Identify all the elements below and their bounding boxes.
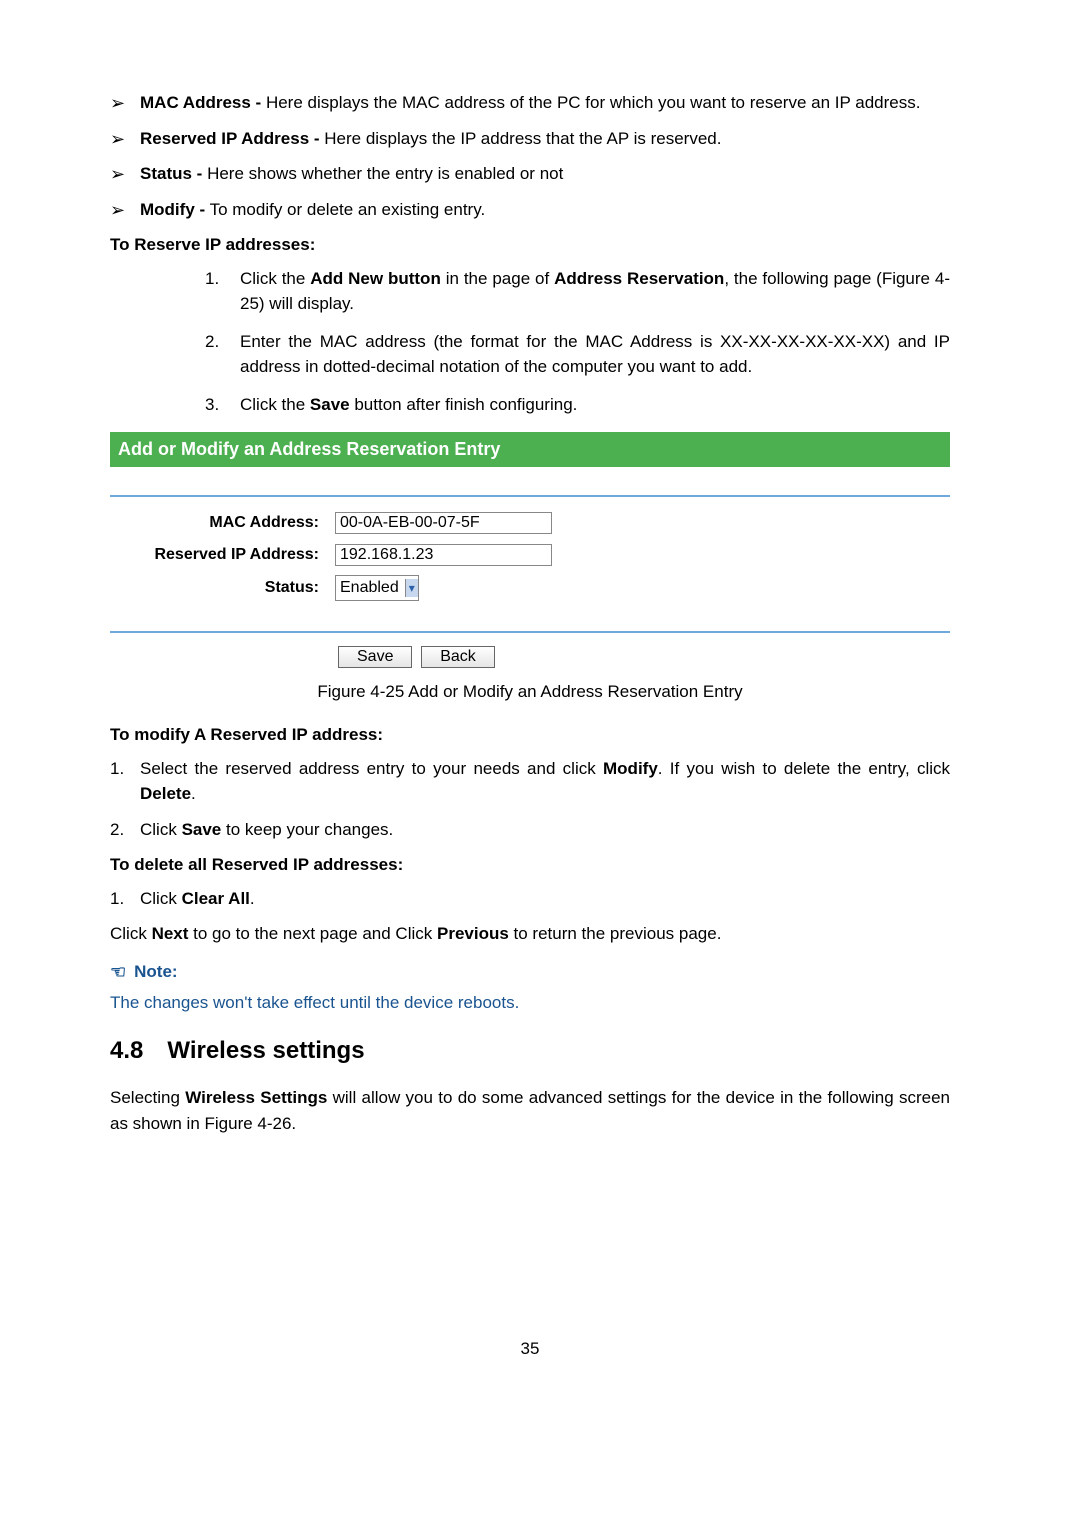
figure-caption: Figure 4-25 Add or Modify an Address Res…: [110, 679, 950, 705]
section-title: Wireless settings: [167, 1037, 364, 1064]
note-label: Note:: [134, 959, 177, 985]
save-button[interactable]: Save: [338, 646, 412, 668]
bullet-label: Reserved IP Address -: [140, 129, 320, 148]
delete-steps-list: Click Clear All.: [110, 886, 950, 912]
reserve-step-1: Click the Add New button in the page of …: [240, 266, 950, 317]
heading-modify-reserved: To modify A Reserved IP address:: [110, 722, 950, 748]
status-select[interactable]: Enabled ▾: [335, 575, 419, 601]
reserved-ip-input[interactable]: [335, 544, 552, 566]
chevron-down-icon: ▾: [405, 579, 418, 597]
section-number: 4.8: [110, 1033, 143, 1069]
bullet-label: Status -: [140, 164, 202, 183]
heading-delete-all: To delete all Reserved IP addresses:: [110, 852, 950, 878]
wireless-intro-para: Selecting Wireless Settings will allow y…: [110, 1085, 950, 1136]
form-area: MAC Address: Reserved IP Address: Status…: [110, 495, 950, 633]
bullet-text: Here displays the MAC address of the PC …: [261, 93, 920, 112]
status-select-value: Enabled: [336, 576, 405, 600]
section-heading-4-8: 4.8 Wireless settings: [110, 1033, 950, 1069]
bullet-reserved-ip: Reserved IP Address - Here displays the …: [140, 126, 950, 152]
bullet-label: MAC Address -: [140, 93, 261, 112]
form-row-ip: Reserved IP Address:: [110, 543, 950, 567]
bullet-mac-address: MAC Address - Here displays the MAC addr…: [140, 90, 950, 116]
definition-list: MAC Address - Here displays the MAC addr…: [110, 90, 950, 222]
modify-step-1: Select the reserved address entry to you…: [140, 756, 950, 807]
reserve-step-3: Click the Save button after finish confi…: [240, 392, 950, 418]
bullet-label: Modify -: [140, 200, 205, 219]
form-row-mac: MAC Address:: [110, 511, 950, 535]
status-label: Status:: [110, 576, 335, 600]
modify-steps-list: Select the reserved address entry to you…: [110, 756, 950, 843]
note-text: The changes won't take effect until the …: [110, 990, 950, 1016]
bullet-modify: Modify - To modify or delete an existing…: [140, 197, 950, 223]
next-previous-para: Click Next to go to the next page and Cl…: [110, 921, 950, 947]
bullet-text: To modify or delete an existing entry.: [205, 200, 485, 219]
bullet-text: Here shows whether the entry is enabled …: [202, 164, 563, 183]
pointing-hand-icon: ☜: [110, 959, 126, 986]
form-row-status: Status: Enabled ▾: [110, 575, 950, 601]
figure-title-bar: Add or Modify an Address Reservation Ent…: [110, 432, 950, 467]
bullet-status: Status - Here shows whether the entry is…: [140, 161, 950, 187]
back-button[interactable]: Back: [421, 646, 495, 668]
bullet-text: Here displays the IP address that the AP…: [320, 129, 722, 148]
heading-reserve-ip: To Reserve IP addresses:: [110, 232, 950, 258]
reserved-ip-label: Reserved IP Address:: [110, 543, 335, 567]
button-row: Save Back: [338, 643, 950, 669]
page-number: 35: [110, 1336, 950, 1362]
reserve-steps-list: Click the Add New button in the page of …: [110, 266, 950, 418]
modify-step-2: Click Save to keep your changes.: [140, 817, 950, 843]
mac-address-input[interactable]: [335, 512, 552, 534]
delete-step-1: Click Clear All.: [140, 886, 950, 912]
reserve-step-2: Enter the MAC address (the format for th…: [240, 329, 950, 380]
figure-4-25: Add or Modify an Address Reservation Ent…: [110, 432, 950, 704]
mac-address-label: MAC Address:: [110, 511, 335, 535]
note-heading: ☜ Note:: [110, 959, 950, 986]
